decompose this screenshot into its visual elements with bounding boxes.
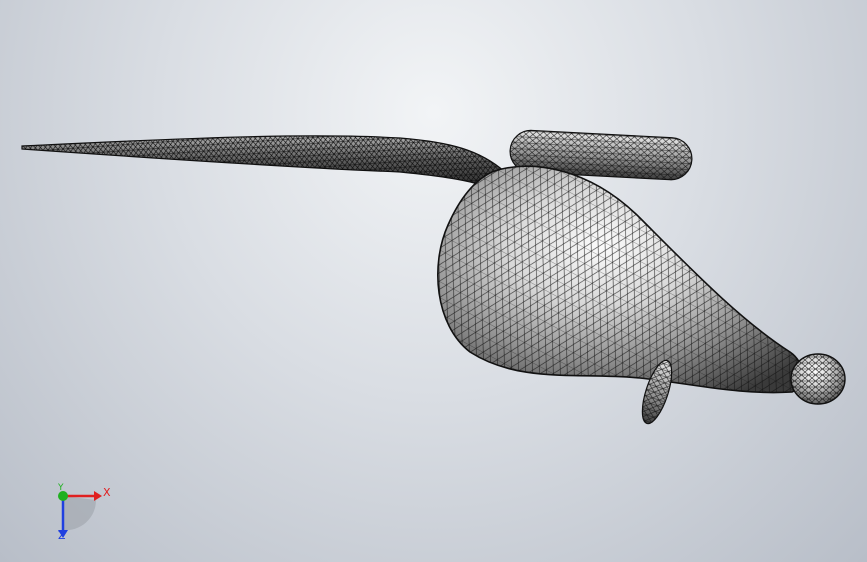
axis-z-label: Z — [58, 529, 66, 542]
flask-body[interactable] — [420, 150, 820, 410]
coordinate-triad: X Y Z — [44, 478, 124, 548]
nozzle-knob[interactable] — [790, 353, 846, 405]
graphics-viewport[interactable]: X Y Z — [0, 0, 867, 562]
axis-x-label: X — [103, 486, 111, 499]
spout-tube[interactable] — [0, 120, 520, 200]
axis-y-label: Y — [58, 483, 64, 493]
wireframe-model[interactable] — [0, 0, 867, 562]
triad-icon — [58, 491, 102, 538]
